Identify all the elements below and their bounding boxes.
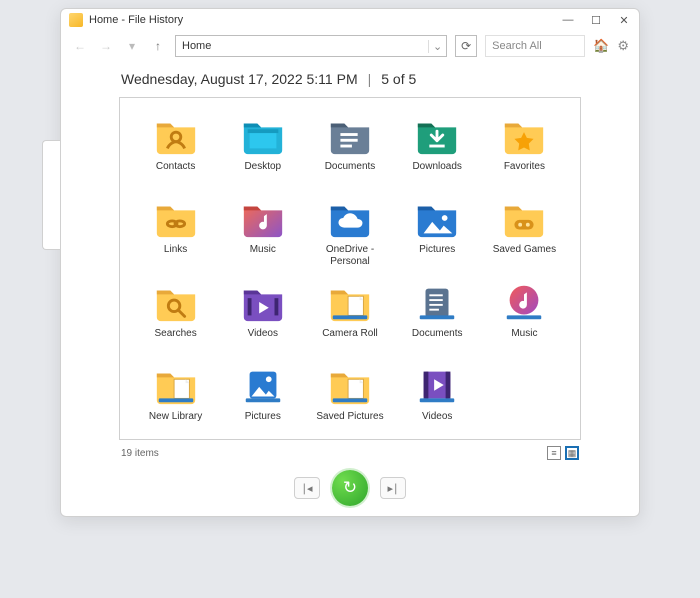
address-text: Home bbox=[176, 40, 428, 52]
searches-icon bbox=[153, 279, 199, 325]
lib-doc-icon bbox=[327, 279, 373, 325]
item-label: Searches bbox=[154, 328, 196, 350]
item-label: Documents bbox=[412, 328, 463, 350]
item-label: Music bbox=[250, 244, 276, 266]
grid-item[interactable]: Camera Roll bbox=[308, 279, 391, 354]
app-icon bbox=[69, 13, 83, 27]
minimize-button[interactable]: — bbox=[561, 14, 575, 27]
maximize-button[interactable]: ☐ bbox=[589, 14, 603, 27]
details-view-button[interactable]: ≡ bbox=[547, 446, 561, 460]
restore-button[interactable]: ↻ bbox=[332, 470, 368, 506]
item-count: 19 items bbox=[121, 448, 159, 459]
item-label: Saved Pictures bbox=[316, 411, 383, 433]
toolbar: ← → ▾ ↑ Home ⌄ ⟳ Search All 🏠 ⚙ bbox=[61, 31, 639, 63]
links-icon bbox=[153, 195, 199, 241]
item-label: Videos bbox=[422, 411, 452, 433]
documents-blue-icon bbox=[327, 112, 373, 158]
item-label: Videos bbox=[248, 328, 278, 350]
item-label: Links bbox=[164, 244, 187, 266]
content-header: Wednesday, August 17, 2022 5:11 PM | 5 o… bbox=[61, 63, 639, 93]
snapshot-timestamp: Wednesday, August 17, 2022 5:11 PM bbox=[121, 71, 358, 87]
grid-item[interactable]: Videos bbox=[396, 362, 479, 437]
grid-item[interactable]: Downloads bbox=[396, 112, 479, 187]
items-viewer: Contacts Desktop Documents Downloads Fav… bbox=[119, 97, 581, 440]
desktop-icon bbox=[240, 112, 286, 158]
next-version-button[interactable]: ▸∣ bbox=[380, 477, 406, 499]
lib-videos-icon bbox=[414, 362, 460, 408]
home-icon[interactable]: 🏠 bbox=[593, 38, 609, 54]
grid-item[interactable]: Contacts bbox=[134, 112, 217, 187]
side-tab[interactable] bbox=[42, 140, 60, 250]
music-icon bbox=[240, 195, 286, 241]
titlebar: Home - File History — ☐ ✕ bbox=[61, 9, 639, 31]
playback-controls: ∣◂ ↻ ▸∣ bbox=[61, 464, 639, 516]
grid-item[interactable]: Music bbox=[483, 279, 566, 354]
grid-item[interactable]: Documents bbox=[396, 279, 479, 354]
search-input[interactable]: Search All bbox=[485, 35, 585, 57]
grid-item[interactable]: New Library bbox=[134, 362, 217, 437]
separator: | bbox=[368, 71, 372, 87]
grid-item[interactable]: Searches bbox=[134, 279, 217, 354]
restore-icon: ↻ bbox=[343, 478, 357, 498]
snapshot-position: 5 of 5 bbox=[381, 71, 416, 87]
videos-icon bbox=[240, 279, 286, 325]
address-bar[interactable]: Home ⌄ bbox=[175, 35, 447, 57]
lib-music-icon bbox=[501, 279, 547, 325]
grid-item[interactable]: Videos bbox=[221, 279, 304, 354]
lib-docs-icon bbox=[414, 279, 460, 325]
previous-version-button[interactable]: ∣◂ bbox=[294, 477, 320, 499]
item-label: Music bbox=[511, 328, 537, 350]
grid-item[interactable]: Saved Games bbox=[483, 195, 566, 271]
onedrive-icon bbox=[327, 195, 373, 241]
status-bar: 19 items ≡ ▦ bbox=[61, 442, 639, 464]
items-grid: Contacts Desktop Documents Downloads Fav… bbox=[134, 112, 566, 437]
downloads-icon bbox=[414, 112, 460, 158]
lib-pics-icon bbox=[240, 362, 286, 408]
item-label: New Library bbox=[149, 411, 202, 433]
item-label: Favorites bbox=[504, 161, 545, 183]
address-dropdown-icon[interactable]: ⌄ bbox=[428, 40, 446, 53]
file-history-window: Home - File History — ☐ ✕ ← → ▾ ↑ Home ⌄… bbox=[60, 8, 640, 517]
back-button[interactable]: ← bbox=[71, 37, 89, 55]
window-title: Home - File History bbox=[89, 14, 561, 26]
up-button[interactable]: ↑ bbox=[149, 37, 167, 55]
item-label: Pictures bbox=[245, 411, 281, 433]
games-icon bbox=[501, 195, 547, 241]
grid-item[interactable]: Saved Pictures bbox=[308, 362, 391, 437]
grid-item[interactable]: Documents bbox=[308, 112, 391, 187]
item-label: Contacts bbox=[156, 161, 195, 183]
item-label: Documents bbox=[325, 161, 376, 183]
grid-item[interactable]: Pictures bbox=[221, 362, 304, 437]
close-button[interactable]: ✕ bbox=[617, 14, 631, 27]
grid-item[interactable]: Desktop bbox=[221, 112, 304, 187]
grid-item[interactable]: Music bbox=[221, 195, 304, 271]
grid-item[interactable]: Pictures bbox=[396, 195, 479, 271]
grid-item[interactable]: Favorites bbox=[483, 112, 566, 187]
grid-item[interactable]: OneDrive - Personal bbox=[308, 195, 391, 271]
item-label: Downloads bbox=[412, 161, 461, 183]
forward-button[interactable]: → bbox=[97, 37, 115, 55]
refresh-button[interactable]: ⟳ bbox=[455, 35, 477, 57]
contacts-icon bbox=[153, 112, 199, 158]
view-toggle: ≡ ▦ bbox=[547, 446, 579, 460]
item-label: Desktop bbox=[244, 161, 281, 183]
pictures-icon bbox=[414, 195, 460, 241]
lib-doc-icon bbox=[327, 362, 373, 408]
item-label: Pictures bbox=[419, 244, 455, 266]
item-label: OneDrive - Personal bbox=[308, 244, 391, 267]
recent-locations-button[interactable]: ▾ bbox=[123, 37, 141, 55]
settings-icon[interactable]: ⚙ bbox=[617, 38, 629, 54]
icons-view-button[interactable]: ▦ bbox=[565, 446, 579, 460]
item-label: Saved Games bbox=[493, 244, 556, 266]
grid-item[interactable]: Links bbox=[134, 195, 217, 271]
lib-doc-icon bbox=[153, 362, 199, 408]
item-label: Camera Roll bbox=[322, 328, 378, 350]
search-placeholder: Search All bbox=[492, 40, 542, 52]
favorites-icon bbox=[501, 112, 547, 158]
